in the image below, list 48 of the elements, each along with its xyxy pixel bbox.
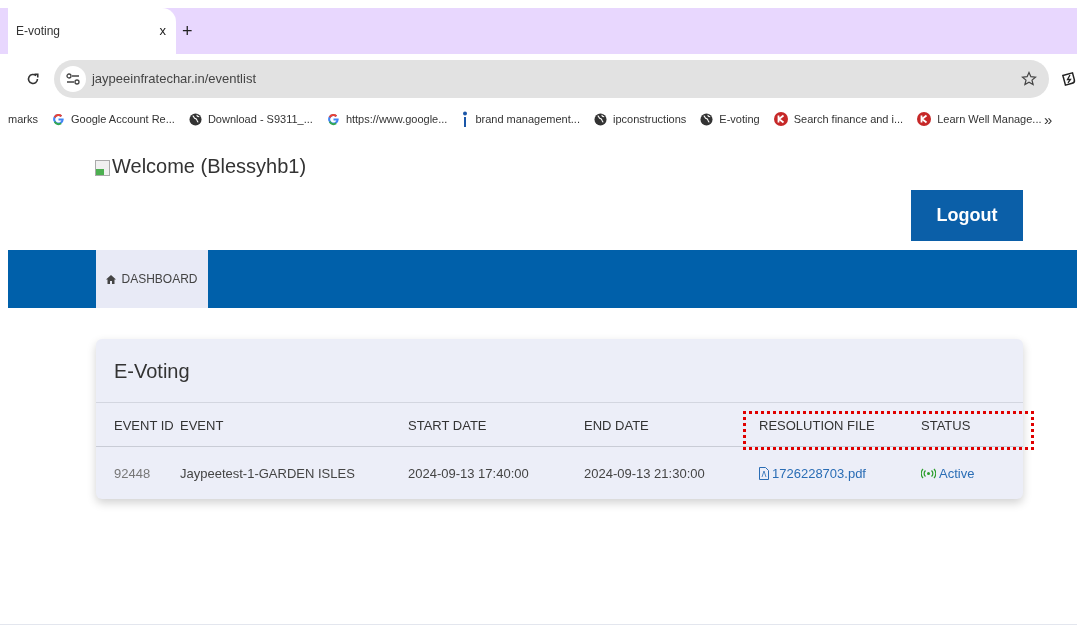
column-header: STATUS	[921, 417, 971, 435]
bookmark-link[interactable]: Learn Well Manage...	[917, 110, 1042, 128]
more-bookmarks-button[interactable]: »	[1044, 109, 1053, 132]
broadcast-icon	[921, 468, 936, 480]
google-icon	[326, 112, 340, 126]
bookmark-link[interactable]: marks	[8, 110, 38, 128]
column-header: EVENT ID	[114, 417, 174, 435]
info-icon	[461, 111, 470, 127]
globe-icon	[188, 112, 202, 126]
k-logo-icon	[917, 112, 932, 126]
google-icon	[51, 112, 65, 126]
star-icon[interactable]	[1021, 71, 1038, 87]
bookmark-link[interactable]: Google Account Re...	[51, 110, 175, 128]
table-cell-text: 92448	[114, 465, 151, 483]
logout-button[interactable]: Logout	[911, 190, 1023, 241]
column-header: END DATE	[584, 417, 649, 435]
new-tab-button[interactable]: +	[182, 17, 193, 45]
table-cell-text: Jaypeetest-1-GARDEN ISLES	[180, 465, 355, 483]
globe-icon	[700, 112, 714, 126]
globe-icon	[593, 112, 607, 126]
column-header: RESOLUTION FILE	[759, 417, 875, 435]
bookmark-link[interactable]: Download - S9311_...	[188, 110, 313, 128]
url-text: jaypeeinfratechar.in/eventlist	[91, 70, 257, 89]
address-bar[interactable]: jaypeeinfratechar.in/eventlist	[53, 60, 1050, 98]
pdf-link[interactable]: 1726228703.pdf	[759, 464, 866, 484]
reload-icon[interactable]	[26, 72, 40, 86]
bookmark-link[interactable]: https://www.google...	[326, 110, 448, 128]
browser-tab[interactable]: E-voting x	[8, 8, 176, 54]
home-icon	[106, 274, 117, 284]
bookmark-link[interactable]: E-voting	[700, 110, 760, 128]
extension-icon[interactable]	[1061, 71, 1077, 87]
status-label: Active	[921, 464, 975, 484]
broken-image-icon	[95, 160, 110, 176]
dashboard-tab[interactable]: DASHBOARD	[96, 250, 208, 308]
welcome-heading: Welcome (Blessyhb1)	[112, 156, 307, 176]
pdf-file-icon	[759, 467, 769, 481]
close-tab-button[interactable]: x	[159, 21, 166, 41]
bookmark-link[interactable]: ipconstructions	[593, 110, 687, 128]
column-header: EVENT	[180, 417, 224, 435]
k-logo-icon	[773, 112, 788, 126]
table-cell-text: 2024-09-13 21:30:00	[584, 465, 705, 483]
bookmark-link[interactable]: Search finance and i...	[773, 110, 904, 128]
table-cell-text: 2024-09-13 17:40:00	[408, 465, 529, 483]
tab-title: E-voting	[16, 23, 62, 40]
site-settings-icon[interactable]	[59, 66, 86, 92]
bookmark-link[interactable]: brand management...	[461, 110, 580, 128]
column-header: START DATE	[408, 417, 487, 435]
card-title: E-Voting	[114, 358, 190, 384]
